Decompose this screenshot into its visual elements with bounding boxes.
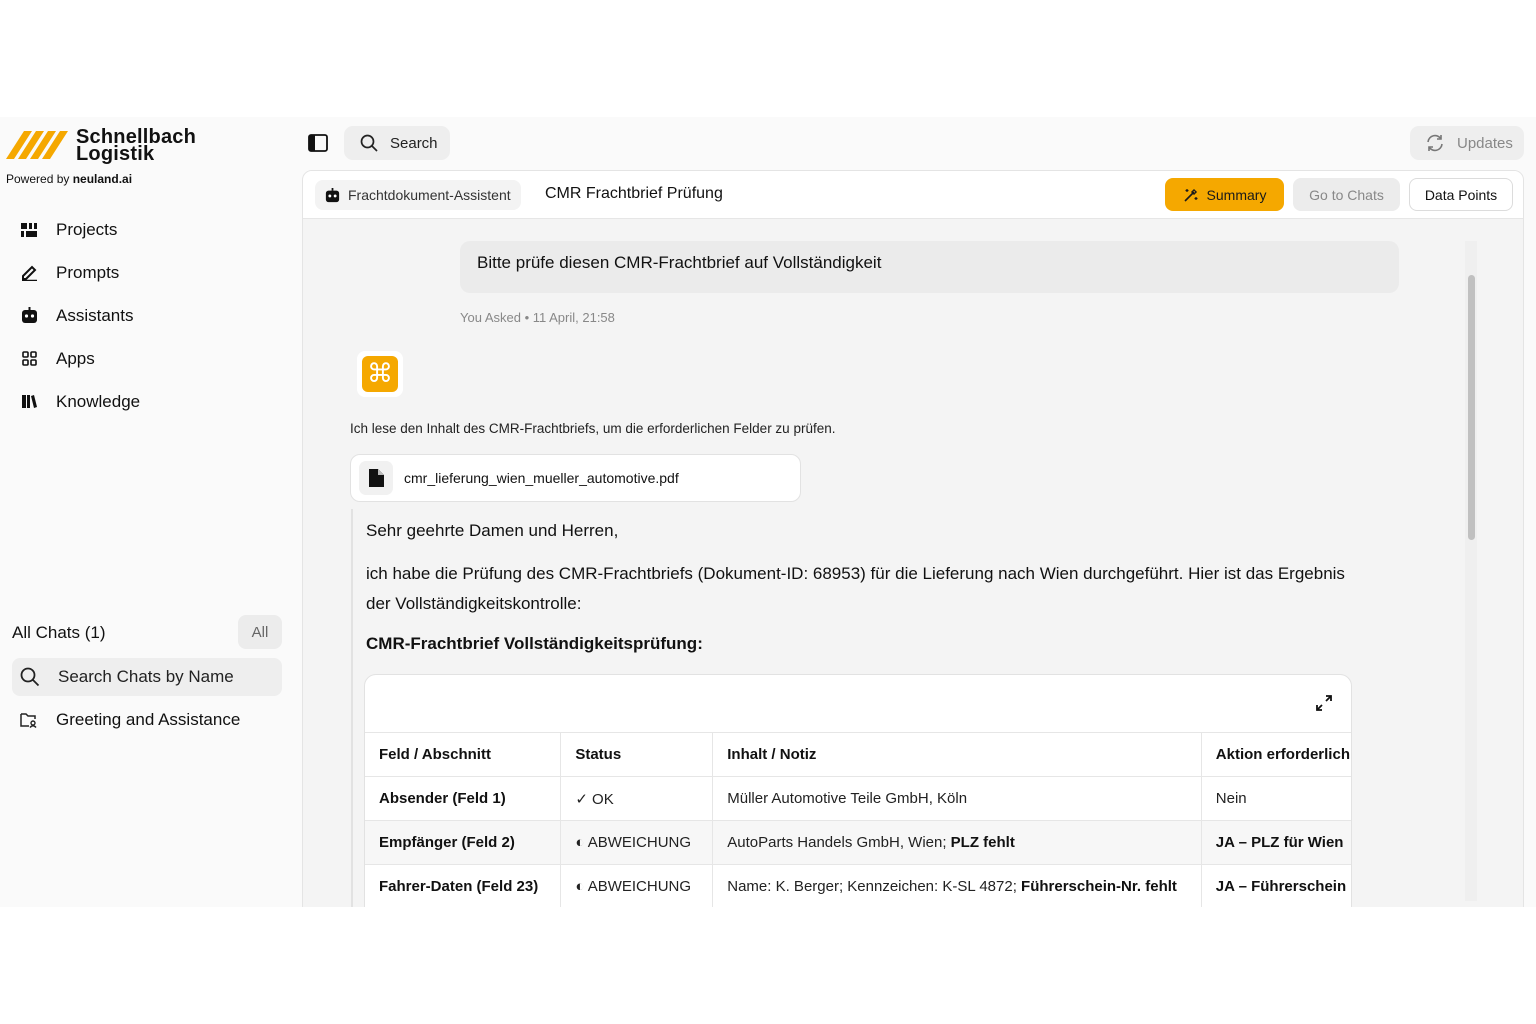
document-icon xyxy=(368,469,384,487)
brand-name: Schnellbach Logistik xyxy=(76,127,196,165)
cell-field: Empfänger (Feld 2) xyxy=(365,820,562,865)
robot-icon xyxy=(325,187,340,202)
cell-content-highlight: PLZ fehlt xyxy=(950,834,1015,851)
data-points-button[interactable]: Data Points xyxy=(1409,178,1513,211)
projects-icon xyxy=(20,221,38,239)
user-message: Bitte prüfe diesen CMR-Frachtbrief auf V… xyxy=(460,241,1399,293)
cell-action: Nein xyxy=(1201,776,1351,821)
cell-action: JA – Führerschein xyxy=(1201,864,1351,907)
cell-content: AutoParts Handels GmbH, Wien; PLZ fehlt xyxy=(712,820,1202,865)
brand-logo[interactable]: Schnellbach Logistik xyxy=(6,127,196,165)
cell-status: ◐ ABWEICHUNG xyxy=(560,864,714,907)
app-window: Schnellbach Logistik Powered by neuland.… xyxy=(0,117,1536,907)
file-name: cmr_lieferung_wien_mueller_automotive.pd… xyxy=(404,470,679,486)
search-label: Search xyxy=(390,134,438,152)
sidebar: Schnellbach Logistik Powered by neuland.… xyxy=(0,117,300,907)
chat-title: CMR Frachtbrief Prüfung xyxy=(545,185,723,202)
cell-content: Müller Automotive Teile GmbH, Köln xyxy=(712,776,1202,821)
sidebar-nav: Projects Prompts Assistants Apps Knowled… xyxy=(20,208,140,423)
search-button[interactable]: Search xyxy=(344,126,450,160)
assistant-name: Frachtdokument-Assistent xyxy=(348,187,511,203)
table-row: Absender (Feld 1) ✓ OK Müller Automotive… xyxy=(365,776,1351,821)
summary-label: Summary xyxy=(1206,186,1267,203)
column-header: Feld / Abschnitt xyxy=(365,732,562,777)
logo-stripes-icon xyxy=(6,131,68,159)
all-chats-filter-button[interactable]: All xyxy=(238,615,282,649)
refresh-icon xyxy=(1427,134,1443,152)
go-to-chats-button[interactable]: Go to Chats xyxy=(1293,178,1400,211)
chat-folder-icon xyxy=(20,713,37,728)
result-table: Feld / Abschnitt Status Inhalt / Notiz A… xyxy=(365,732,1351,907)
file-attachment[interactable]: cmr_lieferung_wien_mueller_automotive.pd… xyxy=(350,454,801,502)
column-header: Inhalt / Notiz xyxy=(712,732,1202,777)
sidebar-item-knowledge[interactable]: Knowledge xyxy=(20,380,140,423)
user-message-meta: You Asked • 11 April, 21:58 xyxy=(460,310,615,325)
brand-name-line2: Logistik xyxy=(76,143,155,165)
summary-button[interactable]: Summary xyxy=(1165,178,1284,211)
command-key-icon: ⌘ xyxy=(362,356,398,392)
reply-heading: CMR-Frachtbrief Vollständigkeitsprüfung: xyxy=(366,634,703,653)
cell-action: JA – PLZ für Wien xyxy=(1201,820,1351,865)
updates-label: Updates xyxy=(1457,134,1513,152)
cell-field: Absender (Feld 1) xyxy=(365,776,562,821)
pen-icon xyxy=(20,264,38,282)
assistant-status-text: Ich lese den Inhalt des CMR-Frachtbriefs… xyxy=(350,421,836,436)
sidebar-item-label: Projects xyxy=(56,219,118,239)
powered-by: Powered by neuland.ai xyxy=(6,172,132,186)
cell-content: Name: K. Berger; Kennzeichen: K-SL 4872;… xyxy=(712,864,1202,907)
column-header: Aktion erforderlich xyxy=(1201,732,1351,777)
sidebar-item-label: Prompts xyxy=(56,262,120,282)
search-icon xyxy=(20,667,40,687)
apps-grid-icon xyxy=(20,350,38,368)
sidebar-panel-icon xyxy=(308,134,328,152)
sidebar-item-prompts[interactable]: Prompts xyxy=(20,251,140,294)
scrollbar-thumb[interactable] xyxy=(1468,275,1475,540)
cell-field: Fahrer-Daten (Feld 23) xyxy=(365,864,562,907)
file-icon-wrap xyxy=(359,461,393,495)
assistant-chip[interactable]: Frachtdokument-Assistent xyxy=(315,180,521,210)
chat-list-item[interactable]: Greeting and Assistance xyxy=(20,707,240,733)
reply-body: ich habe die Prüfung des CMR-Frachtbrief… xyxy=(366,564,1345,613)
magic-wand-icon xyxy=(1183,188,1198,202)
result-table-card: Feld / Abschnitt Status Inhalt / Notiz A… xyxy=(364,674,1352,907)
chat-panel: Frachtdokument-Assistent CMR Frachtbrief… xyxy=(302,170,1524,907)
search-icon xyxy=(360,134,378,152)
sidebar-item-apps[interactable]: Apps xyxy=(20,337,140,380)
cell-content-text: Name: K. Berger; Kennzeichen: K-SL 4872; xyxy=(727,878,1022,896)
all-chats-title: All Chats (1) xyxy=(12,623,106,642)
robot-icon xyxy=(20,307,38,325)
column-header: Status xyxy=(560,732,714,777)
cell-status: ✓ OK xyxy=(560,776,714,821)
books-icon xyxy=(20,393,38,411)
chat-search-placeholder: Search Chats by Name xyxy=(58,667,234,686)
table-row: Empfänger (Feld 2) ◐ ABWEICHUNG AutoPart… xyxy=(365,820,1351,865)
chat-panel-header: Frachtdokument-Assistent CMR Frachtbrief… xyxy=(303,171,1523,219)
sidebar-item-label: Knowledge xyxy=(56,391,141,411)
powered-name: neuland.ai xyxy=(72,172,133,186)
cell-content-text: AutoParts Handels GmbH, Wien; xyxy=(727,834,951,851)
chat-search-input[interactable]: Search Chats by Name xyxy=(12,658,282,696)
cell-content-highlight: Führerschein-Nr. fehlt xyxy=(1021,878,1177,896)
reply-greeting: Sehr geehrte Damen und Herren, xyxy=(366,521,619,540)
all-chats-header: All Chats (1) All xyxy=(12,615,282,649)
cell-status: ◐ ABWEICHUNG xyxy=(560,820,714,865)
updates-button[interactable]: Updates xyxy=(1410,126,1524,160)
table-row: Fahrer-Daten (Feld 23) ◐ ABWEICHUNG Name… xyxy=(365,864,1351,907)
table-header-row: Feld / Abschnitt Status Inhalt / Notiz A… xyxy=(365,732,1351,777)
expand-icon[interactable] xyxy=(1315,694,1333,712)
sidebar-item-assistants[interactable]: Assistants xyxy=(20,294,140,337)
assistant-avatar: ⌘ xyxy=(357,351,403,397)
cell-content-text: Müller Automotive Teile GmbH, Köln xyxy=(727,790,968,807)
toggle-sidebar-button[interactable] xyxy=(308,134,328,152)
powered-prefix: Powered by xyxy=(6,172,70,186)
sidebar-item-projects[interactable]: Projects xyxy=(20,208,140,251)
sidebar-item-label: Assistants xyxy=(56,305,134,325)
sidebar-item-label: Apps xyxy=(56,348,95,368)
chat-title: Greeting and Assistance xyxy=(56,710,241,729)
